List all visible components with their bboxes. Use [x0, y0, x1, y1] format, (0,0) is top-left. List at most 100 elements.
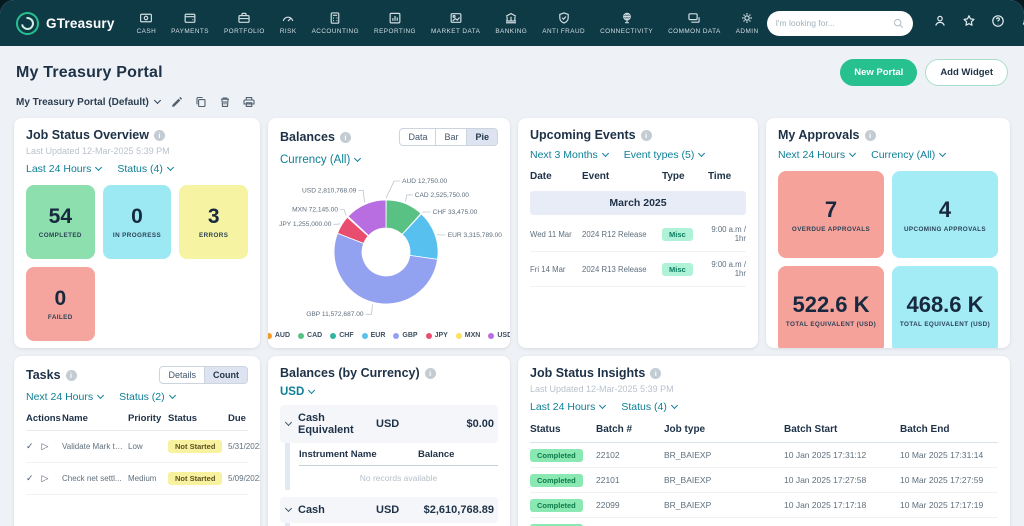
balances-donut-chart[interactable]: AUD 12,750.00CAD 2,525,750.00CHF 33,475.…	[274, 168, 504, 331]
nav-item-cash[interactable]: CASH	[137, 11, 157, 35]
status-filter[interactable]: Status (4)	[621, 401, 677, 413]
table-row[interactable]: Completed22101BR_BAIEXP10 Jan 2025 17:27…	[530, 468, 998, 493]
nav-item-anti-fraud[interactable]: ANTI FRAUD	[542, 11, 585, 35]
search-input[interactable]	[776, 18, 887, 28]
time-range-filter[interactable]: Last 24 Hours	[530, 401, 605, 413]
table-row[interactable]: Wed 11 Mar2024 R12 ReleaseMisc9:00 a.m /…	[530, 217, 746, 252]
complete-task-icon[interactable]: ✓	[26, 473, 34, 484]
status-cards: 54COMPLETED0IN PROGRESS3ERRORS 0FAILED	[26, 185, 248, 341]
start-task-icon[interactable]: ▷	[42, 441, 49, 452]
legend-item-CHF[interactable]: CHF	[330, 332, 353, 339]
event-types-filter[interactable]: Event types (5)	[624, 149, 705, 161]
top-nav: GTreasury CASH PAYMENTS PORTFOLIO RISK ACCOU…	[0, 0, 1024, 46]
stat-card[interactable]: 7OVERDUE APPROVALS	[778, 171, 884, 258]
complete-task-icon[interactable]: ✓	[26, 441, 34, 452]
task-name: Validate Mark to...	[62, 442, 128, 451]
user-icon[interactable]	[933, 14, 947, 33]
status-filter[interactable]: Status (4)	[117, 163, 173, 175]
bell-icon[interactable]	[1020, 14, 1024, 33]
brand[interactable]: GTreasury	[16, 12, 115, 35]
table-row[interactable]: Completed22102BR_BAIEXP10 Jan 2025 17:31…	[530, 443, 998, 468]
info-icon[interactable]: i	[650, 368, 661, 379]
info-icon[interactable]: i	[66, 370, 77, 381]
legend-item-AUD[interactable]: AUD	[268, 332, 290, 339]
nav-item-common-data[interactable]: COMMON DATA	[668, 11, 721, 35]
table-row[interactable]: Fri 14 Mar2024 R13 ReleaseMisc9:00 a.m /…	[530, 252, 746, 287]
info-icon[interactable]: i	[340, 132, 351, 143]
widget-my-approvals: My Approvals i Next 24 Hours Currency (A…	[766, 118, 1010, 348]
table-row[interactable]: Completed22099BR_BAIEXP10 Jan 2025 17:17…	[530, 493, 998, 518]
legend-item-JPY[interactable]: JPY	[426, 332, 448, 339]
add-widget-button[interactable]: Add Widget	[925, 59, 1008, 86]
slice-label-MXN: MXN 72,145.00	[292, 207, 338, 214]
currency-filter[interactable]: Currency (All)	[280, 154, 360, 166]
insights-table-body: Completed22102BR_BAIEXP10 Jan 2025 17:31…	[530, 443, 998, 526]
new-portal-button[interactable]: New Portal	[840, 59, 917, 86]
stat-card[interactable]: 54COMPLETED	[26, 185, 95, 259]
copy-icon[interactable]	[195, 96, 207, 108]
currency-section-header[interactable]: CashUSD$2,610,768.89	[280, 497, 498, 523]
start-task-icon[interactable]: ▷	[42, 473, 49, 484]
column-header: Priority	[128, 413, 168, 424]
nav-item-risk[interactable]: RISK	[280, 11, 297, 35]
event-date: Fri 14 Mar	[530, 265, 582, 274]
status-filter[interactable]: Status (2)	[119, 391, 175, 403]
table-row[interactable]: Completed22098BR_BAIEXP10 Jan 2025 17:13…	[530, 518, 998, 526]
currency-filter[interactable]: USD	[280, 386, 314, 398]
global-search[interactable]	[767, 11, 913, 36]
page-title: My Treasury Portal	[16, 64, 163, 82]
legend-item-MXN[interactable]: MXN	[456, 332, 481, 339]
column-header: Name	[62, 413, 128, 424]
balances-view-bar[interactable]: Bar	[435, 128, 467, 146]
chevron-down-icon	[285, 505, 292, 512]
stat-card[interactable]: 468.6 KTOTAL EQUIVALENT (USD)	[892, 266, 998, 348]
filter-label: Last 24 Hours	[26, 163, 91, 175]
nav-item-banking[interactable]: BANKING	[495, 11, 527, 35]
tasks-view-count[interactable]: Count	[204, 366, 248, 384]
legend-item-CAD[interactable]: CAD	[298, 332, 322, 339]
balances-view-pie[interactable]: Pie	[466, 128, 498, 146]
time-range-filter[interactable]: Next 3 Months	[530, 149, 608, 161]
table-row[interactable]: ✓▷Check net settl...MediumNot Started5/0…	[26, 463, 248, 495]
chevron-down-icon	[698, 150, 705, 157]
nav-item-portfolio[interactable]: PORTFOLIO	[224, 11, 265, 35]
legend-item-GBP[interactable]: GBP	[393, 332, 417, 339]
nav-item-payments[interactable]: PAYMENTS	[171, 11, 209, 35]
edit-icon[interactable]	[171, 96, 183, 108]
nav-item-admin[interactable]: ADMIN	[736, 11, 759, 35]
print-icon[interactable]	[243, 96, 255, 108]
info-icon[interactable]: i	[154, 130, 165, 141]
legend-item-USD[interactable]: USD	[488, 332, 510, 339]
banking-icon	[504, 11, 518, 25]
tasks-view-details[interactable]: Details	[159, 366, 205, 384]
stat-card[interactable]: 4UPCOMING APPROVALS	[892, 171, 998, 258]
slice-label-AUD: AUD 12,750.00	[402, 178, 447, 185]
nav-item-accounting[interactable]: ACCOUNTING	[312, 11, 359, 35]
info-icon[interactable]: i	[425, 368, 436, 379]
nav-item-market-data[interactable]: MARKET DATA	[431, 11, 480, 35]
star-icon[interactable]	[962, 14, 976, 33]
time-range-filter[interactable]: Last 24 Hours	[26, 163, 101, 175]
nav-item-label: CONNECTIVITY	[600, 28, 653, 35]
currency-filter[interactable]: Currency (All)	[871, 149, 945, 161]
time-range-filter[interactable]: Next 24 Hours	[26, 391, 103, 403]
currency-section-header[interactable]: Cash EquivalentUSD$0.00	[280, 405, 498, 443]
legend-item-EUR[interactable]: EUR	[362, 332, 386, 339]
filter-label: Next 24 Hours	[778, 149, 845, 161]
stat-card[interactable]: 0FAILED	[26, 267, 95, 341]
table-row[interactable]: ✓▷Validate Mark to...LowNot Started5/31/…	[26, 431, 248, 463]
help-icon[interactable]	[991, 14, 1005, 33]
info-icon[interactable]: i	[641, 130, 652, 141]
nav-item-reporting[interactable]: REPORTING	[374, 11, 416, 35]
portal-selector[interactable]: My Treasury Portal (Default)	[16, 97, 160, 108]
delete-icon[interactable]	[219, 96, 231, 108]
column-header: Status	[168, 413, 228, 424]
stat-card[interactable]: 0IN PROGRESS	[103, 185, 172, 259]
stat-card[interactable]: 522.6 KTOTAL EQUIVALENT (USD)	[778, 266, 884, 348]
stat-card[interactable]: 3ERRORS	[179, 185, 248, 259]
time-range-filter[interactable]: Next 24 Hours	[778, 149, 855, 161]
info-icon[interactable]: i	[865, 130, 876, 141]
nav-item-connectivity[interactable]: CONNECTIVITY	[600, 11, 653, 35]
balances-view-data[interactable]: Data	[399, 128, 436, 146]
widget-title: Job Status Overview	[26, 128, 149, 142]
